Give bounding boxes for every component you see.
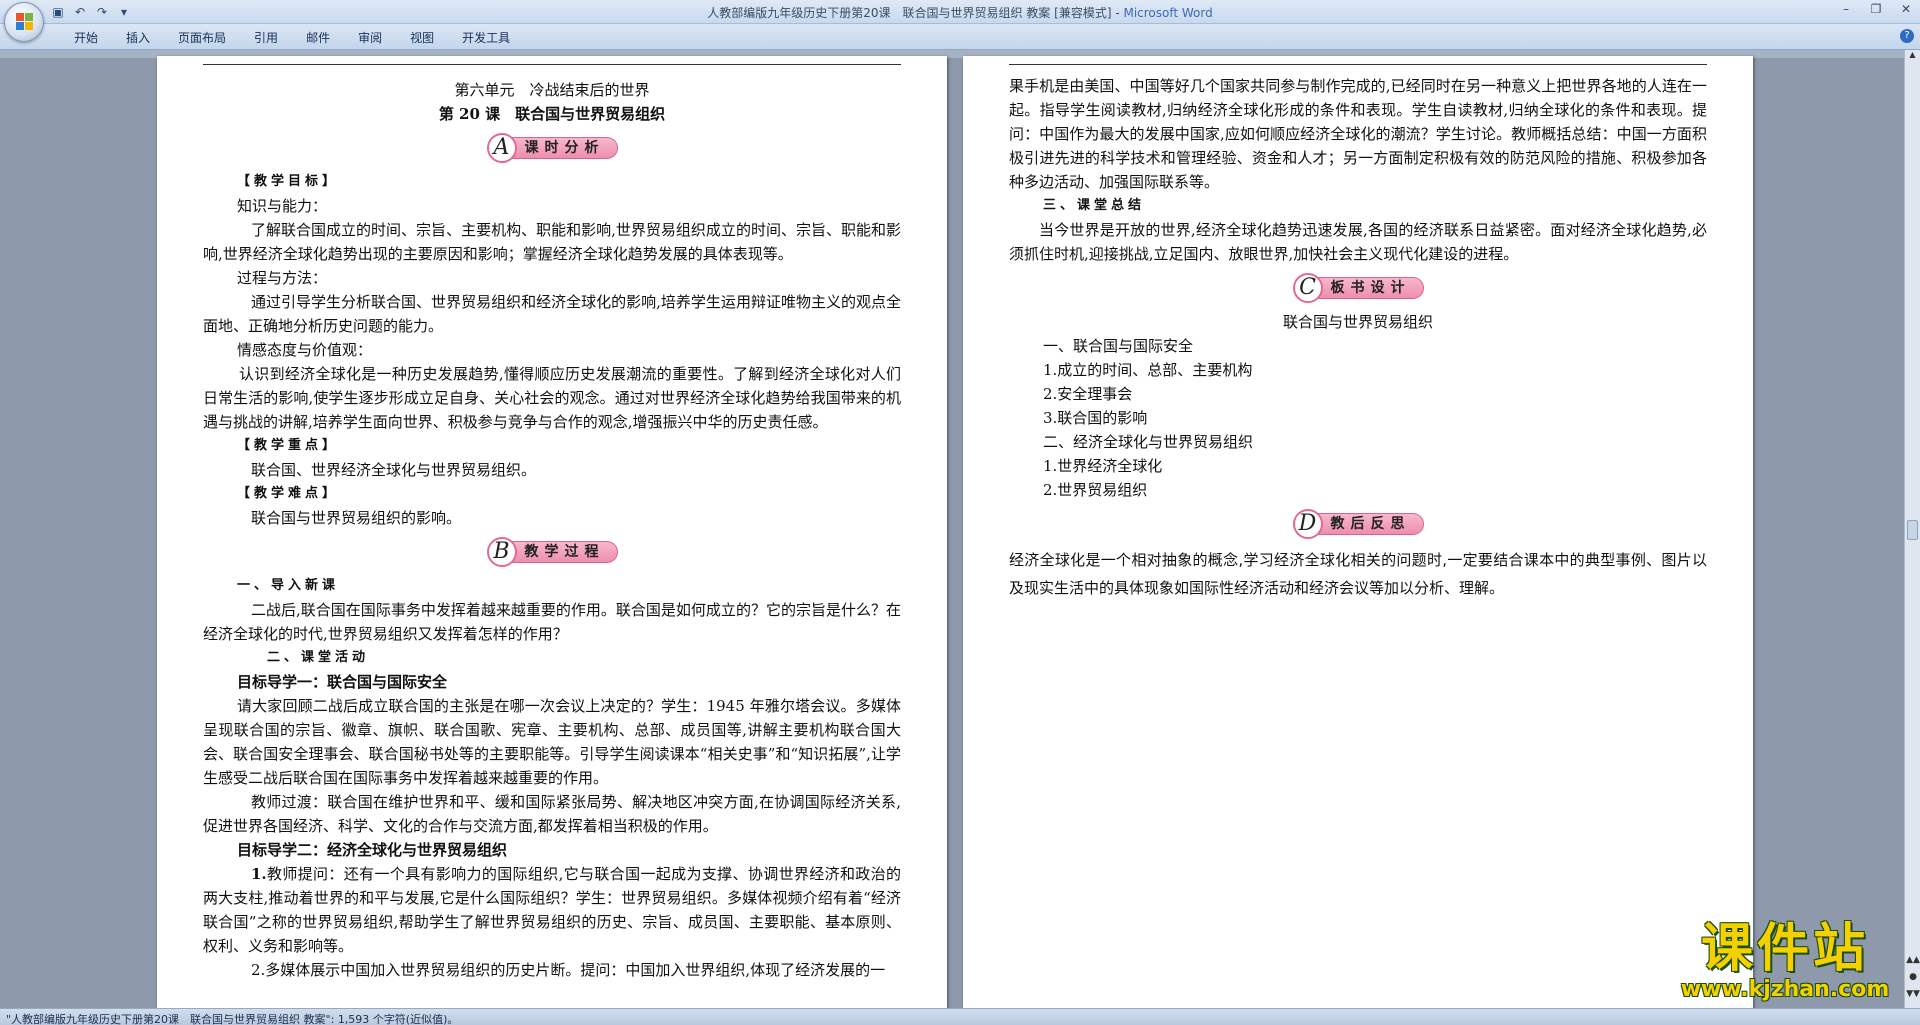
badge-c-letter: C: [1292, 273, 1323, 303]
window-title-doc: 人教部编版九年级历史下册第20课 联合国与世界贸易组织 教案 [兼容模式] -: [707, 6, 1124, 20]
board-item: 3.联合国的影响: [1043, 409, 1148, 427]
minimize-button[interactable]: –: [1836, 2, 1856, 16]
tab-page-layout[interactable]: 页面布局: [164, 29, 240, 47]
process-text: 通过引导学生分析联合国、世界贸易组织和经济全球化的影响,培养学生运用辩证唯物主义…: [203, 293, 901, 335]
header-line-2: [1009, 64, 1707, 65]
tab-references[interactable]: 引用: [240, 29, 292, 47]
header-line: [203, 64, 901, 65]
goal-1-title: 目标导学一：联合国与国际安全: [237, 673, 448, 691]
office-logo-icon: [16, 13, 34, 31]
tab-insert[interactable]: 插入: [112, 29, 164, 47]
reflection-text: 经济全球化是一个相对抽象的概念,学习经济全球化相关的问题时,一定要结合课本中的典…: [1009, 551, 1707, 597]
badge-d-text: 教后反思: [1316, 513, 1424, 535]
goal-1-text: 请大家回顾二战后成立联合国的主张是在哪一次会议上决定的？学生：1945 年雅尔塔…: [203, 697, 901, 787]
section-1-title: 一、导入新课: [237, 578, 340, 593]
tab-developer[interactable]: 开发工具: [448, 29, 524, 47]
watermark-logo: 课件站 www.kjzhan.com: [1655, 920, 1915, 1010]
badge-d-letter: D: [1292, 509, 1323, 539]
section-1-text: 二战后,联合国在国际事务中发挥着越来越重要的作用。联合国是如何成立的？它的宗旨是…: [203, 601, 901, 643]
status-text: "人教部编版九年级历史下册第20课 联合国与世界贸易组织 教案": 1,593 …: [6, 1013, 459, 1025]
scroll-thumb[interactable]: [1907, 520, 1918, 540]
watermark-url: www.kjzhan.com: [1680, 977, 1890, 1002]
key-points-text: 联合国、世界经济全球化与世界贸易组织。: [251, 461, 537, 479]
knowledge-text: 了解联合国成立的时间、宗旨、主要机构、职能和影响,世界贸易组织成立的时间、宗旨、…: [203, 221, 901, 263]
tab-home[interactable]: 开始: [60, 29, 112, 47]
badge-a-letter: A: [486, 133, 517, 163]
watermark-cn: 课件站: [1700, 919, 1869, 979]
title-bar: ▣ ↶ ↷ ▾ 人教部编版九年级历史下册第20课 联合国与世界贸易组织 教案 […: [0, 0, 1920, 24]
restore-button[interactable]: ❐: [1866, 2, 1886, 16]
ribbon-tabs: 开始 插入 页面布局 引用 邮件 审阅 视图 开发工具: [60, 29, 524, 47]
badge-b: B 教学过程: [203, 532, 901, 572]
emotion-text: 认识到经济全球化是一种历史发展趋势,懂得顺应历史发展潮流的重要性。了解到经济全球…: [203, 365, 901, 431]
window-title-app: Microsoft Word: [1123, 6, 1213, 20]
question-1: 1.教师提问：还有一个具有影响力的国际组织,它与联合国一起成为支撑、协调世界经济…: [203, 862, 901, 958]
close-button[interactable]: ✕: [1896, 2, 1916, 16]
unit-title: 第六单元 冷战结束后的世界: [454, 81, 650, 99]
section-3-title: 三、课堂总结: [1043, 198, 1146, 213]
board-item: 1.世界经济全球化: [1043, 457, 1163, 475]
badge-b-letter: B: [486, 537, 517, 567]
emotion-title: 情感态度与价值观：: [237, 341, 373, 359]
key-points-title: 【教学重点】: [237, 438, 340, 453]
tab-review[interactable]: 审阅: [344, 29, 396, 47]
status-bar: "人教部编版九年级历史下册第20课 联合国与世界贸易组织 教案": 1,593 …: [0, 1008, 1920, 1025]
difficulty-title: 【教学难点】: [237, 486, 340, 501]
board-title: 联合国与世界贸易组织: [1282, 313, 1433, 331]
process-title: 过程与方法：: [237, 269, 328, 287]
badge-c-text: 板书设计: [1316, 277, 1424, 299]
office-button[interactable]: [4, 2, 44, 42]
question-1-text: 教师提问：还有一个具有影响力的国际组织,它与联合国一起成为支撑、协调世界经济和政…: [203, 865, 901, 955]
page-2-content: 果手机是由美国、中国等好几个国家共同参与制作完成的,已经同时在另一种意义上把世界…: [1009, 74, 1707, 602]
question-2-text: 2.多媒体展示中国加入世界贸易组织的历史片断。提问：中国加入世界组织,体现了经济…: [251, 961, 886, 979]
ribbon: 开始 插入 页面布局 引用 邮件 审阅 视图 开发工具 ?: [0, 24, 1920, 50]
window-controls: – ❐ ✕: [1836, 2, 1916, 16]
section-2-title: 二、课堂活动: [267, 650, 370, 665]
badge-a: A 课时分析: [203, 128, 901, 168]
lesson-title: 第 20 课 联合国与世界贸易组织: [438, 105, 666, 123]
continued-text: 果手机是由美国、中国等好几个国家共同参与制作完成的,已经同时在另一种意义上把世界…: [1009, 77, 1707, 191]
board-item: 一、联合国与国际安全: [1043, 337, 1194, 355]
board-item: 2.安全理事会: [1043, 385, 1133, 403]
board-item: 二、经济全球化与世界贸易组织: [1043, 433, 1254, 451]
section-3-text: 当今世界是开放的世界,经济全球化趋势迅速发展,各国的经济联系日益紧密。面对经济全…: [1009, 221, 1707, 263]
scroll-up-icon[interactable]: ▲: [1905, 50, 1920, 64]
question-1-num: 1.: [251, 865, 267, 883]
badge-d: D 教后反思: [1009, 504, 1707, 544]
badge-a-text: 课时分析: [510, 137, 618, 159]
document-page-1[interactable]: 第六单元 冷战结束后的世界 第 20 课 联合国与世界贸易组织 A 课时分析 【教…: [157, 56, 947, 1008]
vertical-scrollbar[interactable]: ▲ ▲▲ ● ▼▼: [1904, 50, 1920, 1008]
difficulty-text: 联合国与世界贸易组织的影响。: [251, 509, 462, 527]
board-item: 2.世界贸易组织: [1043, 481, 1148, 499]
document-page-2[interactable]: 果手机是由美国、中国等好几个国家共同参与制作完成的,已经同时在另一种意义上把世界…: [963, 56, 1753, 1008]
window-title: 人教部编版九年级历史下册第20课 联合国与世界贸易组织 教案 [兼容模式] - …: [0, 4, 1920, 21]
goals-title: 【教学目标】: [237, 174, 340, 189]
tab-view[interactable]: 视图: [396, 29, 448, 47]
page-1-content: 第六单元 冷战结束后的世界 第 20 课 联合国与世界贸易组织 A 课时分析 【教…: [203, 78, 901, 982]
transition-text: 教师过渡：联合国在维护世界和平、缓和国际紧张局势、解决地区冲突方面,在协调国际经…: [203, 793, 901, 835]
knowledge-title: 知识与能力：: [237, 197, 328, 215]
badge-c: C 板书设计: [1009, 268, 1707, 308]
badge-b-text: 教学过程: [510, 541, 618, 563]
tab-mailings[interactable]: 邮件: [292, 29, 344, 47]
help-icon[interactable]: ?: [1900, 29, 1914, 43]
board-item: 1.成立的时间、总部、主要机构: [1043, 361, 1253, 379]
goal-2-title: 目标导学二：经济全球化与世界贸易组织: [237, 841, 508, 859]
